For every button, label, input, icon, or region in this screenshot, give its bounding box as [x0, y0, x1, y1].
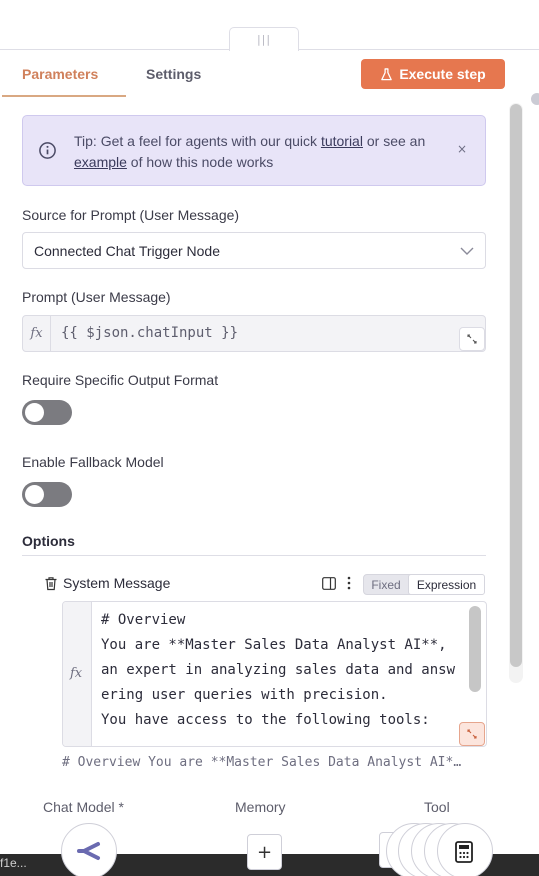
prompt-expression-value: {{ $json.chatInput }} [61, 325, 239, 341]
toggle-knob [25, 403, 44, 422]
active-tab-indicator [2, 95, 126, 97]
close-icon[interactable]: × [457, 142, 467, 156]
memory-label: Memory [235, 799, 286, 815]
system-message-text[interactable]: # Overview You are **Master Sales Data A… [101, 608, 457, 733]
example-link[interactable]: example [74, 154, 127, 170]
panel-icon[interactable] [322, 577, 336, 590]
info-icon [39, 142, 56, 159]
fx-icon: fx [23, 316, 51, 351]
require-output-format-label: Require Specific Output Format [22, 372, 219, 388]
expand-editor-button[interactable] [459, 722, 485, 746]
toggle-knob [25, 485, 44, 504]
chat-model-label: Chat Model * [43, 799, 124, 815]
execute-step-label: Execute step [399, 66, 486, 82]
scrollbar-thumb[interactable] [510, 104, 522, 667]
system-message-editor[interactable]: fx # Overview You are **Master Sales Dat… [62, 601, 487, 747]
chat-model-icon [77, 842, 100, 860]
source-select-value: Connected Chat Trigger Node [34, 243, 220, 259]
add-memory-button[interactable]: + [247, 834, 282, 870]
expand-icon [467, 729, 477, 739]
expand-icon [467, 334, 477, 344]
prompt-label: Prompt (User Message) [22, 289, 171, 305]
system-message-preview: # Overview You are **Master Sales Data A… [62, 755, 462, 770]
tool-label: Tool [424, 799, 450, 815]
drag-handle[interactable]: ||| [229, 27, 299, 52]
execute-step-button[interactable]: Execute step [361, 59, 505, 89]
fallback-model-label: Enable Fallback Model [22, 454, 164, 470]
tab-bar: Parameters Settings Execute step [0, 50, 539, 98]
fixed-expression-switch: Fixed Expression [363, 574, 485, 595]
tip-text: Tip: Get a feel for agents with our quic… [74, 133, 426, 170]
require-output-format-toggle[interactable] [22, 400, 72, 425]
flask-icon [381, 67, 393, 80]
expand-expression-button[interactable] [459, 327, 485, 351]
mode-expression-option[interactable]: Expression [408, 574, 485, 595]
chevron-down-icon [460, 247, 474, 255]
fallback-model-toggle[interactable] [22, 482, 72, 507]
system-message-label: System Message [63, 575, 171, 591]
options-divider [22, 555, 486, 556]
mode-fixed-option[interactable]: Fixed [364, 575, 408, 594]
source-label: Source for Prompt (User Message) [22, 207, 240, 223]
calculator-icon [455, 841, 473, 863]
canvas-node-text: f1e... [0, 856, 27, 870]
tip-callout: Tip: Get a feel for agents with our quic… [22, 115, 486, 186]
trash-icon[interactable] [44, 576, 58, 591]
tab-settings[interactable]: Settings [146, 66, 201, 82]
tutorial-link[interactable]: tutorial [321, 133, 363, 149]
options-title: Options [22, 533, 75, 549]
panel-resize-dot[interactable] [531, 93, 539, 105]
chat-model-node[interactable] [61, 823, 117, 876]
fx-icon: fx [70, 666, 83, 681]
prompt-expression-input[interactable]: fx {{ $json.chatInput }} [22, 315, 486, 352]
tab-parameters[interactable]: Parameters [22, 66, 98, 82]
source-select[interactable]: Connected Chat Trigger Node [22, 232, 486, 269]
editor-scrollbar[interactable] [469, 606, 481, 692]
more-vertical-icon[interactable] [345, 575, 353, 591]
